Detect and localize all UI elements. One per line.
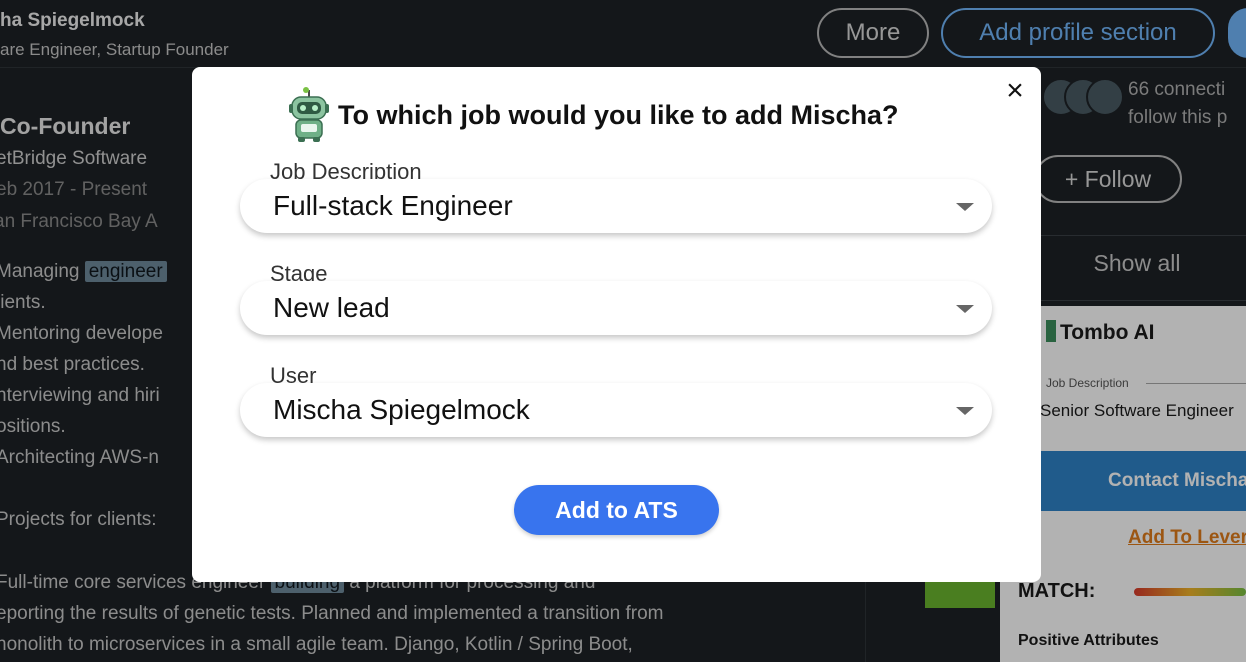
chevron-down-icon [956, 407, 974, 415]
add-to-ats-button[interactable]: Add to ATS [514, 485, 719, 535]
stage-select[interactable]: New lead [240, 281, 992, 335]
add-to-job-dialog: × To which job would you like to add Mis… [192, 67, 1041, 582]
robot-icon [289, 87, 329, 142]
stage-value: New lead [273, 292, 390, 323]
job-description-select[interactable]: Full-stack Engineer [240, 179, 992, 233]
chevron-down-icon [956, 305, 974, 313]
dialog-header: To which job would you like to add Misch… [286, 87, 899, 143]
close-icon[interactable]: × [1001, 76, 1029, 106]
dialog-title: To which job would you like to add Misch… [338, 99, 899, 130]
user-select[interactable]: Mischa Spiegelmock [240, 383, 992, 437]
user-value: Mischa Spiegelmock [273, 394, 530, 425]
job-description-value: Full-stack Engineer [273, 190, 513, 221]
chevron-down-icon [956, 203, 974, 211]
